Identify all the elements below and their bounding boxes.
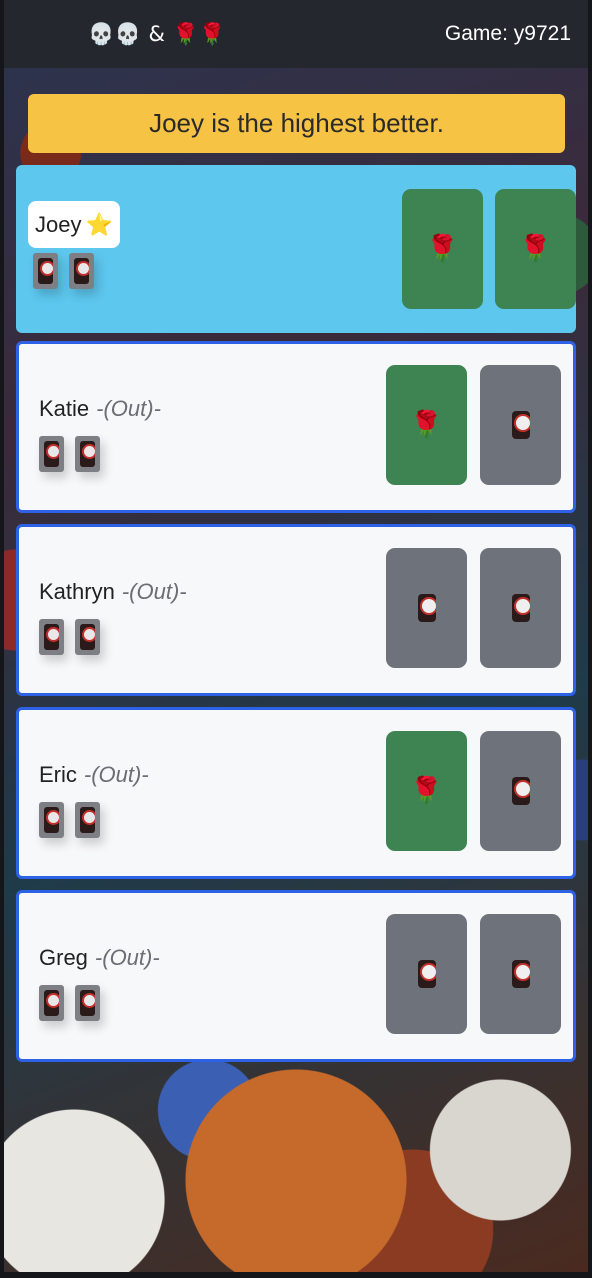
player-panel-kathryn[interactable]: Kathryn -(Out)- xyxy=(16,524,576,696)
played-cards xyxy=(386,914,561,1034)
player-status: -(Out)- xyxy=(83,762,149,787)
coaster-icon xyxy=(417,594,436,622)
player-panel-katie[interactable]: Katie -(Out)- 🌹 xyxy=(16,341,576,513)
played-cards xyxy=(386,548,561,668)
player-name-row: Kathryn -(Out)- xyxy=(39,579,187,605)
rose-icon: 🌹 xyxy=(410,410,443,440)
player-list: Joey ⭐ 🌹 🌹 Katie -(Out)- 🌹 Kathryn -(Out)- Eric -(… xyxy=(16,165,576,1073)
rose-card[interactable]: 🌹 xyxy=(386,731,467,851)
face-down-card[interactable] xyxy=(386,914,467,1034)
coaster-icon xyxy=(39,436,64,472)
player-name: Joey xyxy=(35,211,82,237)
rose-card[interactable]: 🌹 xyxy=(402,189,483,309)
game-board: 💀💀 & 🌹🌹 Game: y9721 Joey is the highest … xyxy=(4,0,588,1272)
coaster-icon xyxy=(33,253,58,289)
coaster-icon xyxy=(39,619,64,655)
player-panel-eric[interactable]: Eric -(Out)- 🌹 xyxy=(16,707,576,879)
player-status: -(Out)- xyxy=(121,579,187,604)
rose-card[interactable]: 🌹 xyxy=(495,189,576,309)
player-name: Greg xyxy=(39,945,88,970)
face-down-card[interactable] xyxy=(480,914,561,1034)
game-id-label: Game: y9721 xyxy=(444,22,571,45)
coaster-icon xyxy=(39,985,64,1021)
face-down-card[interactable] xyxy=(480,365,561,485)
player-name-row: Katie -(Out)- xyxy=(39,396,161,422)
player-name: Eric xyxy=(39,762,77,787)
remaining-cards xyxy=(39,619,100,655)
coaster-icon xyxy=(69,253,94,289)
top-bar: 💀💀 & 🌹🌹 Game: y9721 xyxy=(4,0,588,68)
player-status: -(Out)- xyxy=(96,396,161,421)
player-name: Katie xyxy=(39,396,90,421)
coaster-icon xyxy=(417,960,436,988)
player-name-row: Greg -(Out)- xyxy=(39,945,160,971)
rose-icon: 🌹 xyxy=(519,234,552,264)
player-name-row: Eric -(Out)- xyxy=(39,762,149,788)
player-panel-greg[interactable]: Greg -(Out)- xyxy=(16,890,576,1062)
face-down-card[interactable] xyxy=(480,731,561,851)
coaster-icon xyxy=(75,985,100,1021)
coaster-icon xyxy=(511,411,530,439)
played-cards: 🌹 xyxy=(386,365,561,485)
remaining-cards xyxy=(33,253,94,289)
face-down-card[interactable] xyxy=(480,548,561,668)
star-icon: ⭐ xyxy=(85,211,113,237)
player-panel-joey[interactable]: Joey ⭐ 🌹 🌹 xyxy=(16,165,576,333)
player-name: Kathryn xyxy=(39,579,115,604)
remaining-cards xyxy=(39,985,100,1021)
played-cards: 🌹 xyxy=(386,731,561,851)
coaster-icon xyxy=(511,960,530,988)
played-cards: 🌹 🌹 xyxy=(402,189,576,309)
face-down-card[interactable] xyxy=(386,548,467,668)
rose-card[interactable]: 🌹 xyxy=(386,365,467,485)
player-name-row: Joey ⭐ xyxy=(28,201,120,248)
app-logo[interactable]: 💀💀 & 🌹🌹 xyxy=(88,22,226,47)
status-banner: Joey is the highest better. xyxy=(28,94,565,153)
coaster-icon xyxy=(75,436,100,472)
coaster-icon xyxy=(75,802,100,838)
coaster-icon xyxy=(39,802,64,838)
remaining-cards xyxy=(39,436,100,472)
rose-icon: 🌹 xyxy=(426,234,459,264)
coaster-icon xyxy=(75,619,100,655)
player-status: -(Out)- xyxy=(94,945,160,970)
coaster-icon xyxy=(511,594,530,622)
rose-icon: 🌹 xyxy=(410,776,443,806)
remaining-cards xyxy=(39,802,100,838)
coaster-icon xyxy=(511,777,530,805)
